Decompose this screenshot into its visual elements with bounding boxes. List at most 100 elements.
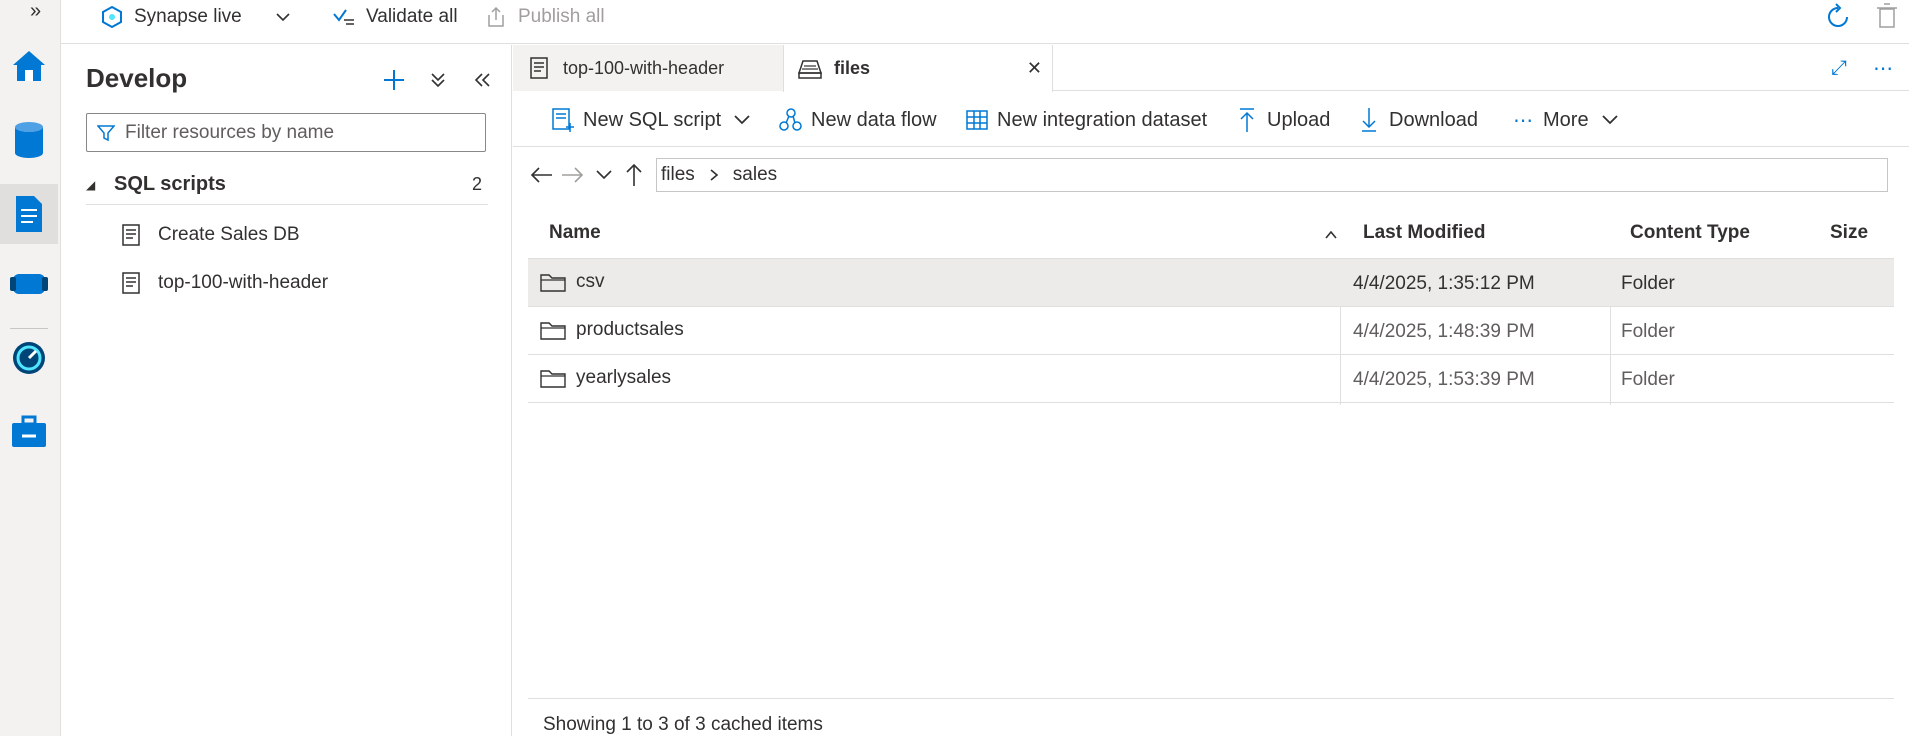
row-content-type: Folder (1621, 369, 1675, 390)
expand-rail-icon[interactable]: » (30, 0, 41, 23)
tab-top-100-with-header[interactable]: top-100-with-header (513, 45, 783, 91)
nav-data[interactable] (0, 110, 58, 170)
row-name-label: yearlysales (576, 367, 672, 388)
new-integration-dataset-button[interactable]: New integration dataset (963, 104, 1207, 136)
forward-arrow-icon[interactable] (558, 160, 586, 190)
table-row[interactable]: yearlysales 4/4/2025, 1:53:39 PM Folder (528, 355, 1894, 403)
files-table: Name Last Modified Content Type Size csv… (528, 210, 1894, 405)
integrate-icon (9, 269, 49, 299)
download-label: Download (1389, 108, 1478, 131)
tree-item-label: top-100-with-header (158, 272, 329, 293)
breadcrumb-sales[interactable]: sales (733, 164, 777, 186)
collapse-panel-icon[interactable] (467, 65, 497, 95)
collapse-all-icon[interactable] (423, 65, 453, 95)
tab-label: files (834, 58, 871, 78)
more-button[interactable]: ⋯ More (1509, 104, 1619, 136)
download-button[interactable]: Download (1355, 104, 1478, 136)
tab-label: top-100-with-header (563, 57, 725, 78)
row-name-label: productsales (576, 319, 684, 340)
sort-ascending-icon (1324, 224, 1338, 246)
chevron-down-icon (276, 12, 290, 22)
sql-scripts-group[interactable]: ◢ SQL scripts 2 (86, 165, 488, 205)
monitor-icon (10, 339, 48, 377)
folder-icon (540, 269, 566, 295)
publish-all-button[interactable]: Publish all (482, 0, 605, 34)
nav-develop[interactable] (0, 184, 58, 244)
row-name: productsales (540, 317, 684, 343)
sql-script-icon (525, 54, 553, 82)
folder-icon (540, 317, 566, 343)
new-sql-script-button[interactable]: New SQL script (549, 104, 751, 136)
synapse-icon (98, 3, 126, 31)
filter-resources-input-wrapper (86, 113, 486, 152)
row-last-modified: 4/4/2025, 1:53:39 PM (1353, 369, 1535, 390)
chevron-down-icon (1601, 114, 1619, 126)
top-command-bar: Synapse live Validate all Publish all (0, 0, 1909, 44)
nav-integrate[interactable] (0, 254, 58, 314)
nav-home[interactable] (0, 36, 58, 96)
chevron-right-icon (709, 168, 719, 182)
develop-panel: Develop ◢ SQL scripts 2 Create Sales DB … (62, 45, 512, 736)
workspace-selector[interactable]: Synapse live (98, 0, 290, 34)
workspace-label: Synapse live (134, 6, 242, 27)
filter-resources-input[interactable] (125, 121, 465, 144)
up-arrow-icon[interactable] (620, 160, 648, 190)
row-name: csv (540, 269, 605, 295)
back-arrow-icon[interactable] (528, 160, 556, 190)
storage-icon (796, 55, 824, 83)
sql-script-icon (118, 222, 144, 248)
column-header-name[interactable]: Name (549, 222, 601, 244)
column-header-size[interactable]: Size (1830, 222, 1868, 244)
row-name-label: csv (576, 271, 605, 292)
upload-label: Upload (1267, 108, 1331, 131)
group-label: SQL scripts (114, 173, 226, 195)
more-options-icon[interactable]: ⋯ (1869, 54, 1897, 82)
row-last-modified: 4/4/2025, 1:35:12 PM (1353, 273, 1535, 294)
row-name: yearlysales (540, 365, 671, 391)
validate-all-button[interactable]: Validate all (330, 0, 458, 34)
column-header-content-type[interactable]: Content Type (1630, 222, 1750, 244)
table-row[interactable]: csv 4/4/2025, 1:35:12 PM Folder (528, 259, 1894, 307)
footer-divider (528, 698, 1894, 699)
validate-all-label: Validate all (366, 6, 458, 27)
upload-button[interactable]: Upload (1233, 104, 1330, 136)
nav-manage[interactable] (0, 402, 58, 462)
develop-icon (12, 194, 46, 234)
dataset-icon (963, 106, 991, 134)
publish-all-label: Publish all (518, 6, 605, 27)
row-content-type: Folder (1621, 273, 1675, 294)
tab-files[interactable]: files ✕ (783, 45, 1053, 92)
filter-icon (97, 124, 115, 142)
files-toolbar: New SQL script New data flow New integra… (513, 92, 1909, 147)
new-data-flow-button[interactable]: New data flow (777, 104, 937, 136)
new-data-flow-label: New data flow (811, 108, 937, 131)
sql-script-icon (118, 270, 144, 296)
collapse-triangle-icon: ◢ (86, 177, 96, 192)
publish-icon (482, 3, 510, 31)
new-integration-dataset-label: New integration dataset (997, 108, 1208, 131)
row-content-type: Folder (1621, 321, 1675, 342)
data-flow-icon (777, 106, 805, 134)
address-bar[interactable]: files sales (656, 158, 1888, 192)
column-header-last-modified[interactable]: Last Modified (1363, 222, 1485, 244)
breadcrumb-files[interactable]: files (661, 164, 695, 186)
new-sql-script-icon (549, 106, 577, 134)
tree-item-create-sales-db[interactable]: Create Sales DB (118, 216, 488, 254)
add-icon[interactable] (379, 65, 409, 95)
group-count: 2 (471, 174, 482, 194)
nav-rail: » (0, 0, 61, 736)
recent-locations-icon[interactable] (590, 160, 618, 190)
table-row[interactable]: productsales 4/4/2025, 1:48:39 PM Folder (528, 307, 1894, 355)
close-tab-icon[interactable]: ✕ (1027, 58, 1042, 79)
refresh-icon[interactable] (1823, 2, 1853, 32)
tree-item-label: Create Sales DB (158, 224, 300, 245)
items-count-status: Showing 1 to 3 of 3 cached items (543, 714, 823, 735)
nav-monitor[interactable] (0, 328, 58, 388)
expand-icon[interactable]: ⤢ (1825, 54, 1853, 82)
upload-icon (1233, 106, 1261, 134)
home-icon (10, 48, 48, 84)
discard-icon[interactable] (1874, 2, 1900, 30)
manage-icon (10, 414, 48, 450)
tree-item-top-100-with-header[interactable]: top-100-with-header (118, 264, 488, 302)
folder-icon (540, 365, 566, 391)
